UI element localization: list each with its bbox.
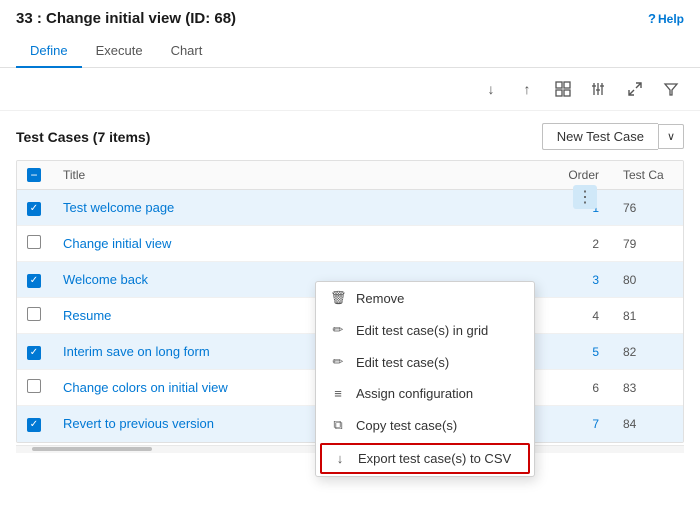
th-testca: Test Ca	[613, 161, 683, 190]
edit-icon: ✏	[330, 354, 346, 370]
select-all-checkbox[interactable]	[27, 168, 41, 182]
grid-icon[interactable]	[550, 76, 576, 102]
toolbar: ↓ ↑	[0, 68, 700, 111]
expand-icon[interactable]	[622, 76, 648, 102]
copy-icon: ⧉	[330, 417, 346, 433]
row-title[interactable]: Test welcome page⋮	[53, 190, 553, 226]
tab-bar: Define Execute Chart	[16, 35, 684, 67]
remove-icon: 🗑	[330, 290, 346, 306]
upload-icon[interactable]: ↑	[514, 76, 540, 102]
menu-item-label: Assign configuration	[356, 386, 473, 401]
tab-chart[interactable]: Chart	[157, 35, 217, 68]
page-title: 33 : Change initial view (ID: 68)	[16, 10, 236, 27]
page-title-bar: 33 : Change initial view (ID: 68) ? Help	[16, 10, 684, 27]
edit-columns-icon[interactable]	[586, 76, 612, 102]
filter-icon[interactable]	[658, 76, 684, 102]
menu-item-edit-grid[interactable]: ✏ Edit test case(s) in grid	[316, 314, 534, 346]
row-testca: 80	[613, 262, 683, 298]
row-title[interactable]: Change initial view	[53, 226, 553, 262]
row-testca: 82	[613, 334, 683, 370]
menu-item-copy[interactable]: ⧉ Copy test case(s)	[316, 409, 534, 441]
new-test-case-group: New Test Case ∨	[542, 123, 684, 150]
tab-define[interactable]: Define	[16, 35, 82, 68]
help-circle-icon: ?	[648, 11, 656, 26]
header: 33 : Change initial view (ID: 68) ? Help…	[0, 0, 700, 68]
row-order: 4	[553, 298, 613, 334]
section-title: Test Cases (7 items)	[16, 129, 150, 145]
row-testca: 83	[613, 370, 683, 406]
assign-icon: ≡	[330, 386, 346, 401]
section-header: Test Cases (7 items) New Test Case ∨	[16, 123, 684, 150]
row-checkbox[interactable]	[27, 346, 41, 360]
row-testca: 81	[613, 298, 683, 334]
export-csv-icon: ↓	[332, 451, 348, 466]
row-testca: 79	[613, 226, 683, 262]
row-checkbox[interactable]	[27, 274, 41, 288]
row-order: 7	[553, 406, 613, 442]
new-test-case-dropdown-button[interactable]: ∨	[658, 124, 684, 149]
menu-item-edit[interactable]: ✏ Edit test case(s)	[316, 346, 534, 378]
content-area: Test Cases (7 items) New Test Case ∨ Tit…	[0, 111, 700, 465]
row-checkbox[interactable]	[27, 379, 41, 393]
row-testca: 84	[613, 406, 683, 442]
table-row: Test welcome page⋮176	[17, 190, 683, 226]
th-check	[17, 161, 53, 190]
row-order: 3	[553, 262, 613, 298]
row-order: 5	[553, 334, 613, 370]
new-test-case-button[interactable]: New Test Case	[542, 123, 658, 150]
row-order: 2	[553, 226, 613, 262]
menu-item-assign[interactable]: ≡ Assign configuration	[316, 378, 534, 409]
context-menu: 🗑 Remove ✏ Edit test case(s) in grid ✏ Edit t…	[315, 281, 535, 477]
menu-item-export-csv[interactable]: ↓ Export test case(s) to CSV	[320, 443, 530, 474]
menu-item-label: Export test case(s) to CSV	[358, 451, 511, 466]
download-icon[interactable]: ↓	[478, 76, 504, 102]
scroll-thumb[interactable]	[32, 447, 152, 451]
menu-item-label: Edit test case(s)	[356, 355, 449, 370]
row-checkbox[interactable]	[27, 202, 41, 216]
menu-item-remove[interactable]: 🗑 Remove	[316, 282, 534, 314]
row-testca: 76	[613, 190, 683, 226]
table-row: Change initial view279	[17, 226, 683, 262]
row-actions-button[interactable]: ⋮	[573, 185, 597, 209]
menu-item-label: Edit test case(s) in grid	[356, 323, 488, 338]
row-checkbox[interactable]	[27, 307, 41, 321]
edit-grid-icon: ✏	[330, 322, 346, 338]
th-title: Title	[53, 161, 553, 190]
row-order: 6	[553, 370, 613, 406]
row-checkbox[interactable]	[27, 235, 41, 249]
menu-item-label: Remove	[356, 291, 404, 306]
tab-execute[interactable]: Execute	[82, 35, 157, 68]
row-checkbox[interactable]	[27, 418, 41, 432]
help-link[interactable]: ? Help	[648, 11, 684, 26]
menu-item-label: Copy test case(s)	[356, 418, 457, 433]
